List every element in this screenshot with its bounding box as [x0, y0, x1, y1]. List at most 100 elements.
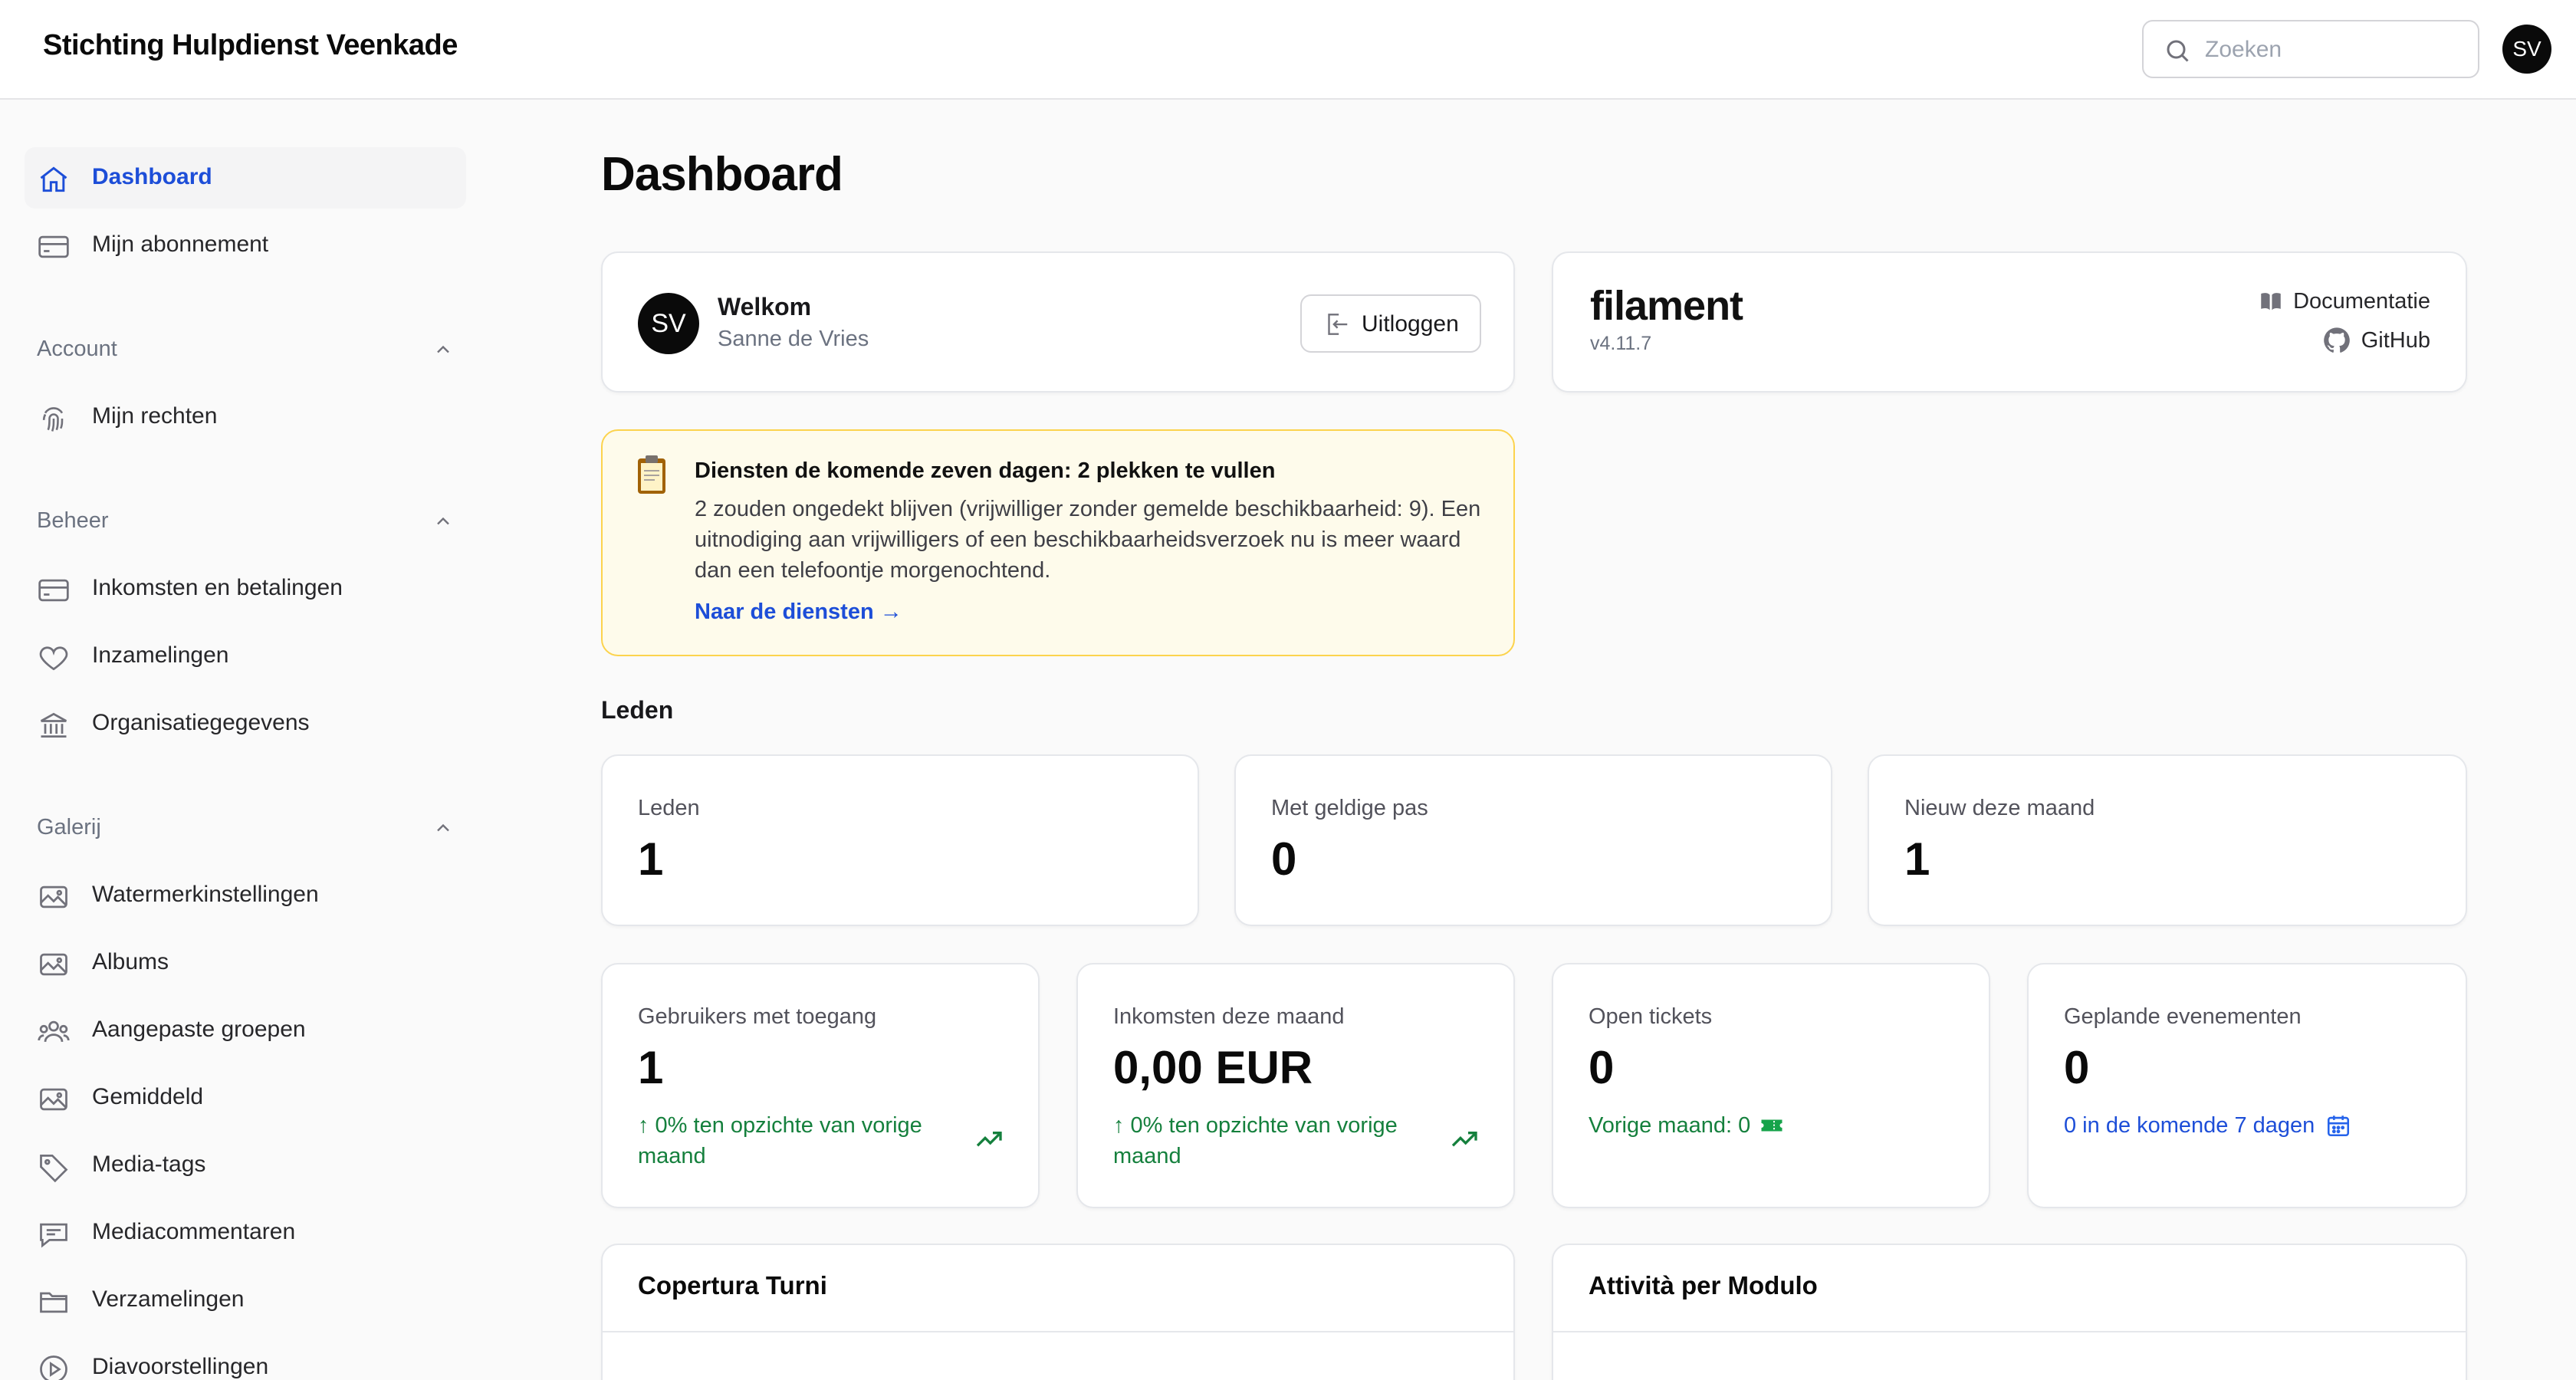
stat-value: 0 — [2064, 1042, 2090, 1093]
sidebar-item-label: Albums — [92, 949, 169, 974]
stat-value: 1 — [638, 1042, 664, 1093]
stat-value: 1 — [1904, 833, 1930, 885]
sidebar-item-media-tags[interactable]: Media-tags — [25, 1135, 466, 1196]
image-icon — [40, 953, 67, 976]
stat-value: 1 — [638, 833, 664, 885]
group-label: Galerij — [37, 814, 101, 840]
stat-card-planned-events: Geplande evenementen 0 0 in de komende 7… — [2027, 963, 2467, 1208]
sidebar-item-organisation[interactable]: Organisatiegegevens — [25, 693, 466, 754]
home-icon — [40, 166, 67, 192]
filament-logo[interactable]: filament — [1590, 282, 1743, 330]
logout-icon — [1328, 314, 1348, 335]
stat-label: Met geldige pas — [1271, 796, 1428, 820]
sidebar-item-custom-groups[interactable]: Aangepaste groepen — [25, 1000, 466, 1061]
sidebar-item-average[interactable]: Gemiddeld — [25, 1067, 466, 1129]
sidebar-item-label: Inkomsten en betalingen — [92, 575, 343, 600]
chart-title: Copertura Turni — [638, 1271, 827, 1300]
filament-card: filament v4.11.7 Documentatie GitHub — [1552, 251, 2467, 393]
sidebar-item-label: Organisatiegegevens — [92, 710, 310, 735]
sidebar-item-my-rights[interactable]: Mijn rechten — [25, 386, 466, 448]
group-beheer-toggle[interactable]: Beheer — [37, 501, 454, 540]
notice-body: 2 zouden ongedekt blijven (vrijwilliger … — [695, 497, 1481, 583]
bank-icon — [40, 712, 67, 738]
user-avatar[interactable]: SV — [2502, 25, 2551, 74]
chart-card-activity-module: Attività per Modulo — [1552, 1244, 2467, 1380]
stat-label: Inkomsten deze maand — [1113, 1004, 1345, 1029]
notice-title: Diensten de komende zeven dagen: 2 plekk… — [695, 458, 1276, 483]
stat-description: 0 in de komende 7 dagen — [2064, 1113, 2315, 1138]
search-icon — [2167, 40, 2189, 62]
chevron-up-icon — [437, 345, 449, 353]
stat-label: Leden — [638, 796, 700, 820]
shifts-notice: Diensten de komende zeven dagen: 2 plekk… — [601, 429, 1515, 656]
sidebar-item-label: Mediacommentaren — [92, 1219, 296, 1244]
sidebar-item-label: Mijn abonnement — [92, 232, 269, 257]
sidebar-item-albums[interactable]: Albums — [25, 932, 466, 994]
stat-value: 0 — [1271, 833, 1297, 885]
sidebar-item-label: Verzamelingen — [92, 1286, 245, 1312]
sidebar-item-slideshows[interactable]: Diavoorstellingen — [25, 1337, 466, 1380]
page-title: Dashboard — [601, 148, 843, 201]
stat-label: Open tickets — [1589, 1004, 1713, 1029]
group-galerij-toggle[interactable]: Galerij — [37, 808, 454, 846]
trending-up-icon — [1451, 1132, 1477, 1147]
sidebar-item-collections-fundraising[interactable]: Inzamelingen — [25, 626, 466, 687]
sidebar-item-label: Media-tags — [92, 1152, 206, 1177]
stat-label: Geplande evenementen — [2064, 1004, 2302, 1029]
clipboard-icon — [638, 455, 665, 494]
sidebar: Dashboard Mijn abonnement Account Mijn r… — [0, 101, 491, 1380]
tag-icon — [40, 1154, 68, 1183]
group-label: Beheer — [37, 508, 109, 533]
brand-name[interactable]: Stichting Hulpdienst Veenkade — [43, 29, 458, 62]
welcome-card: SV Welkom Sanne de Vries Uitloggen — [601, 251, 1515, 393]
sidebar-item-collections[interactable]: Verzamelingen — [25, 1270, 466, 1331]
section-title-members: Leden — [601, 696, 674, 724]
stat-description-row: Vorige maand: 0 — [1589, 1110, 1786, 1141]
stat-card-new-this-month: Nieuw deze maand 1 — [1868, 754, 2467, 926]
github-link[interactable]: GitHub — [2321, 325, 2430, 356]
stat-card-valid-pass: Met geldige pas 0 — [1234, 754, 1832, 926]
heart-icon — [39, 646, 68, 671]
play-icon — [40, 1355, 67, 1380]
stat-description: Vorige maand: 0 — [1589, 1113, 1751, 1138]
book-icon — [2261, 293, 2281, 310]
chart-card-shift-coverage: Copertura Turni — [601, 1244, 1515, 1380]
chat-icon — [40, 1223, 67, 1248]
calendar-icon — [2328, 1116, 2350, 1137]
sidebar-item-dashboard[interactable]: Dashboard — [25, 147, 466, 209]
sidebar-item-media-comments[interactable]: Mediacommentaren — [25, 1202, 466, 1263]
logout-button[interactable]: Uitloggen — [1300, 294, 1481, 353]
folder-icon — [40, 1292, 67, 1313]
stat-label: Nieuw deze maand — [1904, 796, 2095, 820]
stat-label: Gebruikers met toegang — [638, 1004, 877, 1029]
stat-card-open-tickets: Open tickets 0 Vorige maand: 0 — [1552, 963, 1990, 1208]
sidebar-item-subscription[interactable]: Mijn abonnement — [25, 215, 466, 276]
welcome-title: Welkom — [718, 293, 812, 320]
ticket-icon — [1761, 1119, 1783, 1132]
image-icon — [40, 1088, 67, 1111]
stat-card-income-month: Inkomsten deze maand 0,00 EUR ↑ 0% ten o… — [1076, 963, 1515, 1208]
topbar: Stichting Hulpdienst Veenkade SV — [0, 0, 2576, 100]
search-input[interactable] — [2205, 31, 2466, 69]
divider — [1553, 1331, 2466, 1332]
documentation-link[interactable]: Documentatie — [2258, 288, 2430, 314]
sidebar-item-label: Mijn rechten — [92, 403, 218, 429]
group-account-toggle[interactable]: Account — [37, 330, 454, 368]
sidebar-item-label: Diavoorstellingen — [92, 1354, 269, 1379]
sidebar-item-label: Gemiddeld — [92, 1084, 204, 1109]
stat-value: 0 — [1589, 1042, 1615, 1093]
avatar: SV — [638, 293, 699, 354]
sidebar-item-label: Watermerkinstellingen — [92, 882, 319, 907]
stat-description-row: 0 in de komende 7 dagen — [2064, 1110, 2351, 1141]
shifts-link[interactable]: Naar de diensten → — [695, 600, 902, 625]
sidebar-item-label: Inzamelingen — [92, 642, 229, 668]
sidebar-item-income[interactable]: Inkomsten en betalingen — [25, 558, 466, 619]
search-box[interactable] — [2142, 20, 2479, 78]
chart-title: Attività per Modulo — [1589, 1271, 1818, 1300]
image-icon — [40, 886, 67, 909]
group-label: Account — [37, 336, 117, 361]
fingerprint-icon — [42, 407, 64, 432]
stat-value: 0,00 EUR — [1113, 1042, 1313, 1093]
chevron-up-icon — [437, 823, 449, 832]
sidebar-item-watermark[interactable]: Watermerkinstellingen — [25, 865, 466, 926]
